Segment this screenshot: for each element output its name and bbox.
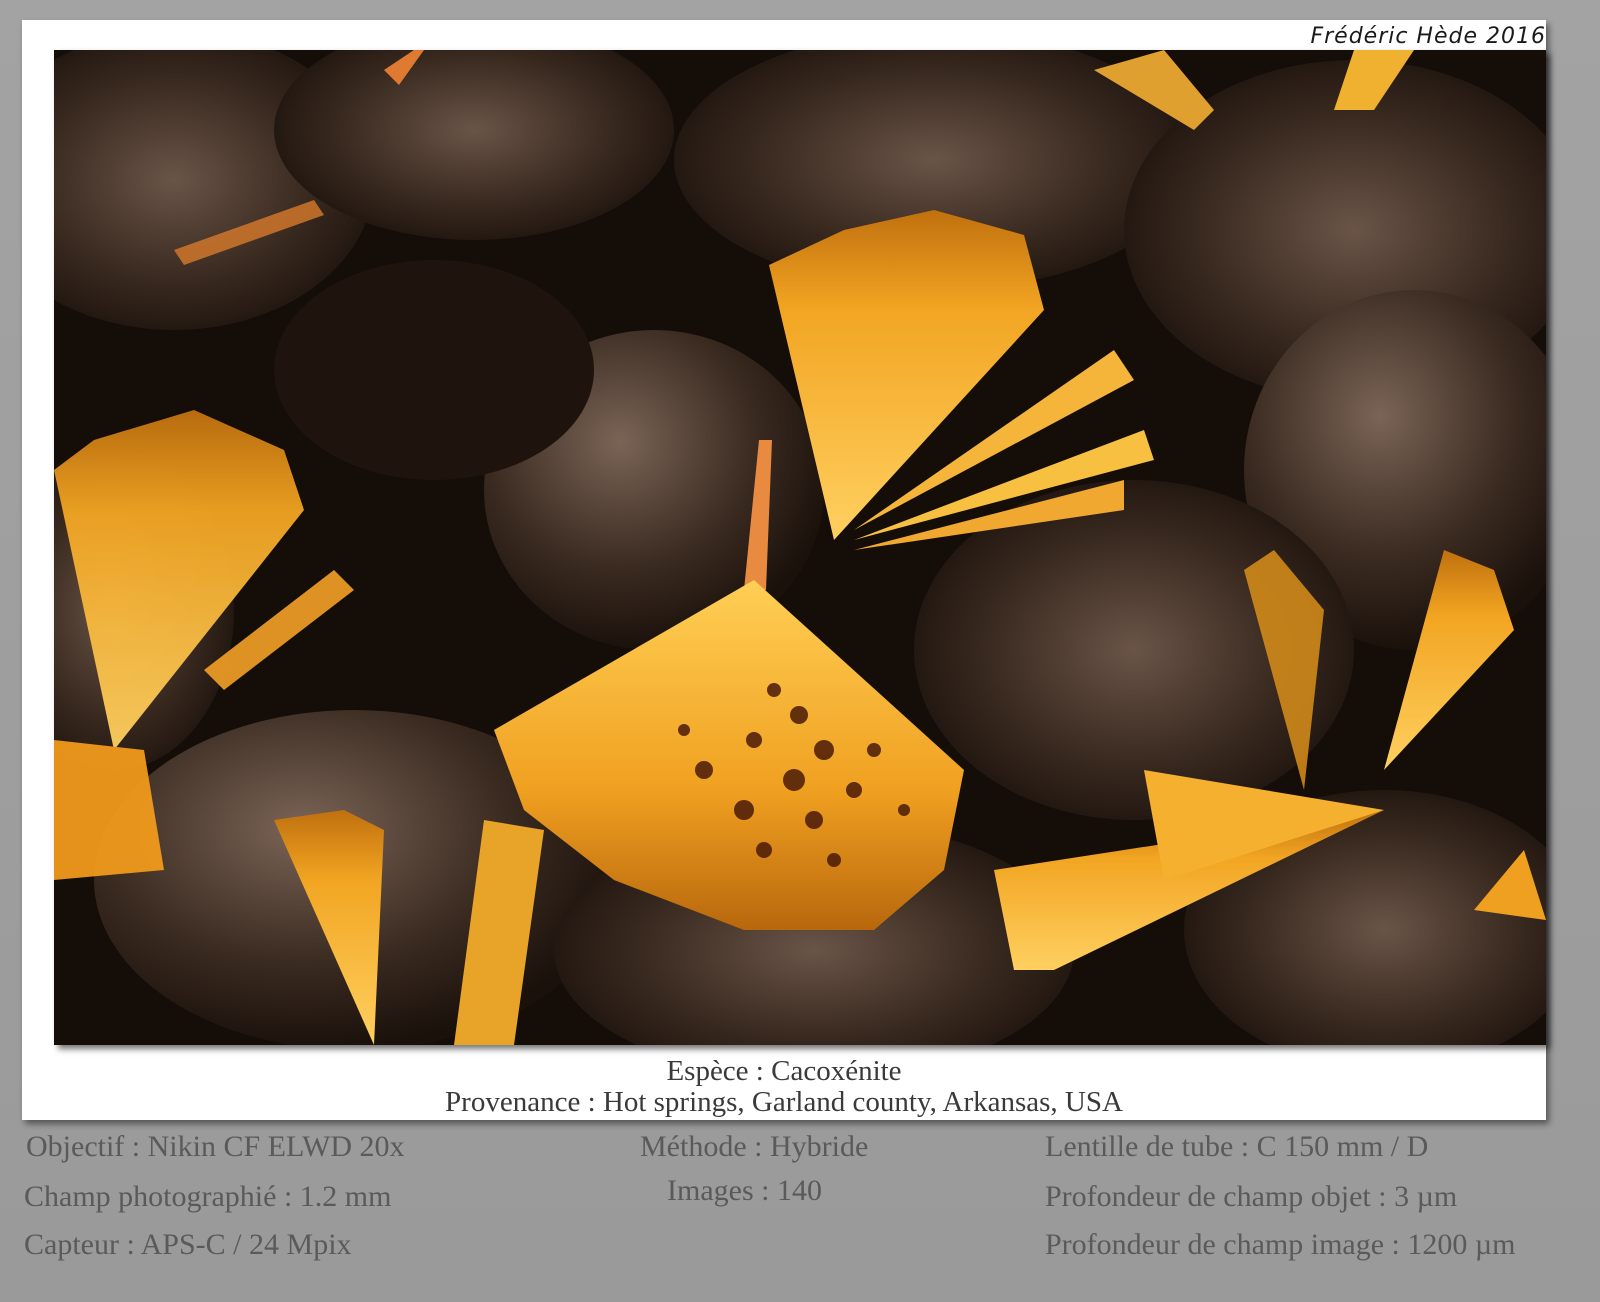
spec-image-dof: Profondeur de champ image : 1200 µm	[1045, 1228, 1516, 1261]
spec-object-dof: Profondeur de champ objet : 3 µm	[1045, 1180, 1458, 1213]
spec-sensor: Capteur : APS-C / 24 Mpix	[24, 1228, 352, 1261]
spec-objective: Objectif : Nikin CF ELWD 20x	[26, 1130, 405, 1163]
origin-caption: Provenance : Hot springs, Garland county…	[445, 1086, 1123, 1118]
spec-images: Images : 140	[667, 1174, 822, 1207]
spec-tube-lens: Lentille de tube : C 150 mm / D	[1045, 1130, 1429, 1163]
photographer-signature: Frédéric Hède 2016	[1310, 24, 1546, 49]
spec-field: Champ photographié : 1.2 mm	[24, 1180, 392, 1213]
spec-method: Méthode : Hybride	[640, 1130, 869, 1163]
mineral-photo-illustration	[54, 50, 1546, 1045]
mineral-photo	[54, 50, 1546, 1045]
species-caption: Espèce : Cacoxénite	[666, 1055, 902, 1087]
